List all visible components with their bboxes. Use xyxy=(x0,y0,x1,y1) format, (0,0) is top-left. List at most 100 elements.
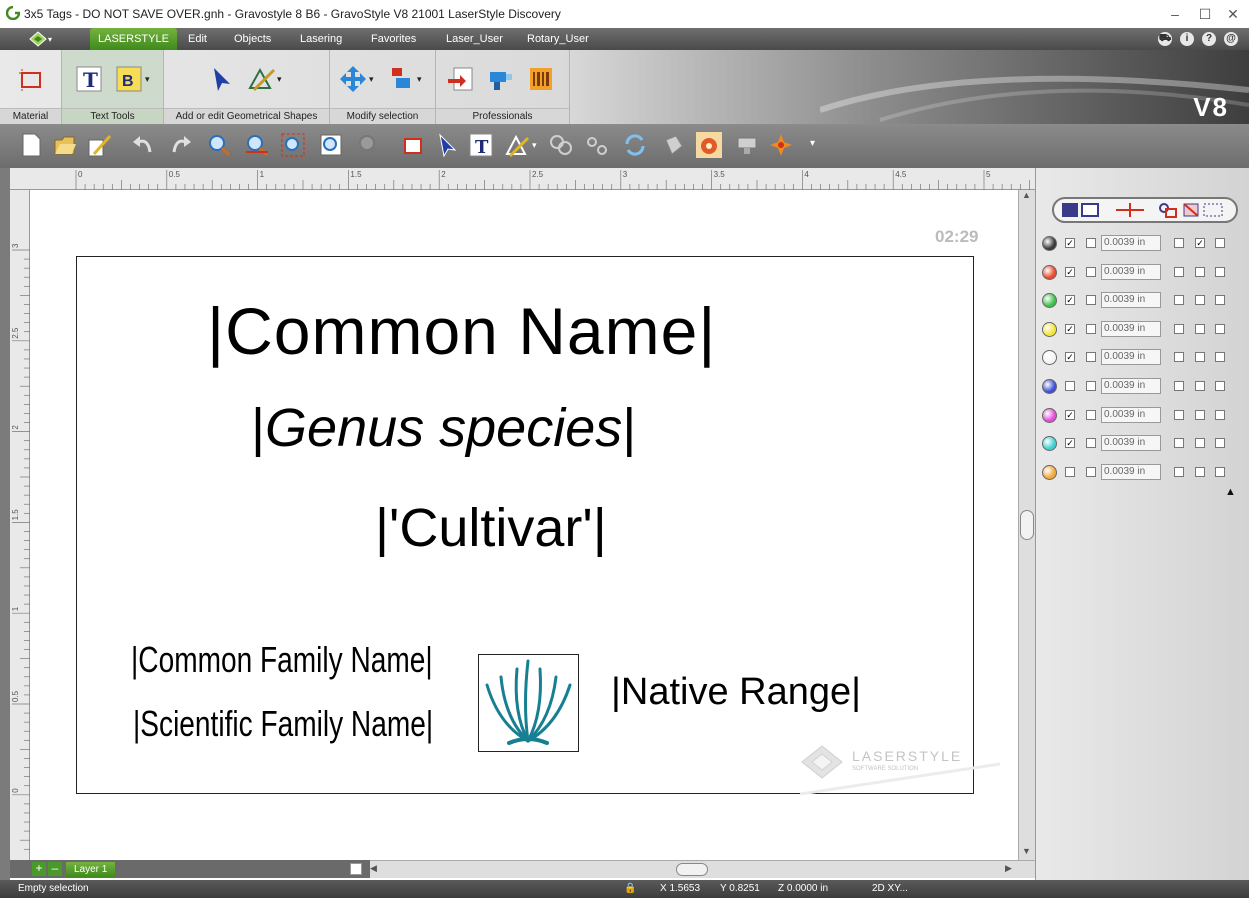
pen-option-checkbox[interactable] xyxy=(1086,409,1096,420)
genus-species-field[interactable]: |Genus species| xyxy=(251,397,636,459)
pen-option-checkbox[interactable] xyxy=(1195,438,1205,449)
maximize-button[interactable]: ☐ xyxy=(1190,4,1220,24)
pen-width-field[interactable]: 0.0039 in xyxy=(1101,292,1161,309)
pen-option-checkbox[interactable] xyxy=(1174,409,1184,420)
tag-plate[interactable]: |Common Name| |Genus species| |'Cultivar… xyxy=(76,256,974,794)
scroll-right-icon[interactable]: ▶ xyxy=(1005,863,1012,874)
horizontal-scroll-thumb[interactable] xyxy=(676,863,708,876)
minimize-button[interactable]: – xyxy=(1160,4,1190,24)
pen-color-icon[interactable] xyxy=(1042,407,1057,423)
pen-option-checkbox[interactable] xyxy=(1215,381,1225,391)
import-icon[interactable] xyxy=(446,64,476,94)
text-icon[interactable]: T xyxy=(74,64,104,94)
undo-icon[interactable] xyxy=(130,132,156,158)
pen-enabled-checkbox[interactable]: ✓ xyxy=(1065,438,1075,449)
zoom-selection-icon[interactable] xyxy=(356,132,382,158)
fill-icon[interactable] xyxy=(660,132,686,158)
pen-option-checkbox[interactable] xyxy=(1086,238,1096,248)
menu-lasering[interactable]: Lasering xyxy=(292,28,350,50)
text-effect-icon[interactable]: B ▾ xyxy=(114,64,154,94)
pen-option-checkbox[interactable] xyxy=(1215,352,1225,363)
laser-icon[interactable] xyxy=(696,132,722,158)
common-family-field[interactable]: |Common Family Name| xyxy=(131,639,433,681)
pen-option-checkbox[interactable] xyxy=(1086,352,1096,363)
refresh-icon[interactable] xyxy=(622,132,648,158)
pen-enabled-checkbox[interactable]: ✓ xyxy=(1065,295,1075,306)
app-menu-button[interactable]: ▾ xyxy=(26,30,66,48)
material-toolbar-icon[interactable] xyxy=(400,132,426,158)
info-icon[interactable]: i xyxy=(1180,32,1194,46)
link-mode-icon[interactable] xyxy=(1159,203,1177,218)
pen-enabled-checkbox[interactable] xyxy=(1065,466,1075,477)
pen-width-field[interactable]: 0.0039 in xyxy=(1101,378,1161,394)
pen-color-icon[interactable] xyxy=(1042,321,1057,337)
pen-option-checkbox[interactable] xyxy=(1174,238,1184,248)
pen-option-checkbox[interactable] xyxy=(1086,295,1096,306)
pen-option-checkbox[interactable] xyxy=(1195,381,1205,391)
pen-color-icon[interactable] xyxy=(1042,379,1057,394)
machine-icon[interactable] xyxy=(734,132,760,158)
menu-laser-user[interactable]: Laser_User xyxy=(438,28,511,50)
view-mode[interactable]: 2D XY... xyxy=(872,883,908,894)
pen-option-checkbox[interactable] xyxy=(1215,409,1225,420)
about-icon[interactable]: @ xyxy=(1224,32,1238,46)
zoom-window-icon[interactable] xyxy=(280,132,306,158)
layer-tab[interactable]: Layer 1 xyxy=(66,862,116,877)
select-mode-icon[interactable] xyxy=(1203,203,1223,217)
scroll-down-icon[interactable]: ▼ xyxy=(1022,846,1031,856)
pen-width-field[interactable]: 0.0039 in xyxy=(1101,349,1161,366)
pen-option-checkbox[interactable]: ✓ xyxy=(1195,238,1205,248)
pen-option-checkbox[interactable] xyxy=(1195,295,1205,306)
pen-option-checkbox[interactable] xyxy=(1215,438,1225,449)
pen-option-checkbox[interactable] xyxy=(1174,438,1184,449)
pen-color-icon[interactable] xyxy=(1042,464,1057,480)
open-icon[interactable] xyxy=(52,132,78,158)
engrave-icon[interactable] xyxy=(768,132,794,158)
move-icon[interactable]: ▾ xyxy=(338,64,378,94)
zoom-in-icon[interactable] xyxy=(206,132,232,158)
pen-width-field[interactable]: 0.0039 in xyxy=(1101,463,1161,480)
cultivar-field[interactable]: |'Cultivar'| xyxy=(375,497,607,559)
pen-width-field[interactable]: 0.0039 in xyxy=(1101,406,1161,423)
pen-enabled-checkbox[interactable]: ✓ xyxy=(1065,238,1075,248)
pen-option-checkbox[interactable] xyxy=(1195,409,1205,420)
menu-favorites[interactable]: Favorites xyxy=(363,28,424,50)
shape-edit-icon[interactable]: ▾ xyxy=(246,64,286,94)
pen-enabled-checkbox[interactable]: ✓ xyxy=(1065,266,1075,277)
pen-color-icon[interactable] xyxy=(1042,350,1057,366)
pen-enabled-checkbox[interactable]: ✓ xyxy=(1065,323,1075,334)
new-document-icon[interactable] xyxy=(18,132,44,158)
pen-option-checkbox[interactable] xyxy=(1174,323,1184,334)
zoom-out-icon[interactable] xyxy=(244,132,270,158)
zoom-page-icon[interactable] xyxy=(318,132,344,158)
common-name-field[interactable]: |Common Name| xyxy=(207,293,716,369)
pen-option-checkbox[interactable] xyxy=(1215,238,1225,248)
pen-option-checkbox[interactable] xyxy=(1086,466,1096,477)
pen-option-checkbox[interactable] xyxy=(1174,352,1184,363)
pen-width-field[interactable]: 0.0039 in xyxy=(1101,235,1161,251)
fill-mode-icon[interactable] xyxy=(1062,203,1078,217)
menu-rotary-user[interactable]: Rotary_User xyxy=(519,28,597,50)
pen-option-checkbox[interactable] xyxy=(1195,352,1205,363)
scroll-left-icon[interactable]: ◀ xyxy=(370,863,377,874)
menu-laserstyle[interactable]: LASERSTYLE xyxy=(90,28,177,50)
shape-edit-toolbar-icon[interactable]: ▾ xyxy=(504,132,540,158)
laser-tool-icon[interactable] xyxy=(486,64,516,94)
redo-icon[interactable] xyxy=(168,132,194,158)
menu-edit[interactable]: Edit xyxy=(180,28,215,50)
vertical-scrollbar[interactable]: ▲ ▼ xyxy=(1018,190,1035,860)
help-icon[interactable]: ? xyxy=(1202,32,1216,46)
pen-option-checkbox[interactable] xyxy=(1174,381,1184,391)
edit-icon[interactable] xyxy=(86,132,112,158)
pen-option-checkbox[interactable] xyxy=(1174,266,1184,277)
pen-option-checkbox[interactable] xyxy=(1215,466,1225,477)
layer-checkbox[interactable] xyxy=(350,863,362,875)
pen-width-field[interactable]: 0.0039 in xyxy=(1101,320,1161,337)
pen-option-checkbox[interactable] xyxy=(1195,266,1205,277)
pen-color-icon[interactable] xyxy=(1042,293,1057,309)
barcode-icon[interactable] xyxy=(526,64,556,94)
pen-color-icon[interactable] xyxy=(1042,436,1057,452)
menu-objects[interactable]: Objects xyxy=(226,28,279,50)
cut-mode-icon[interactable] xyxy=(1116,203,1144,217)
cart-icon[interactable]: ⛟ xyxy=(1158,32,1172,46)
